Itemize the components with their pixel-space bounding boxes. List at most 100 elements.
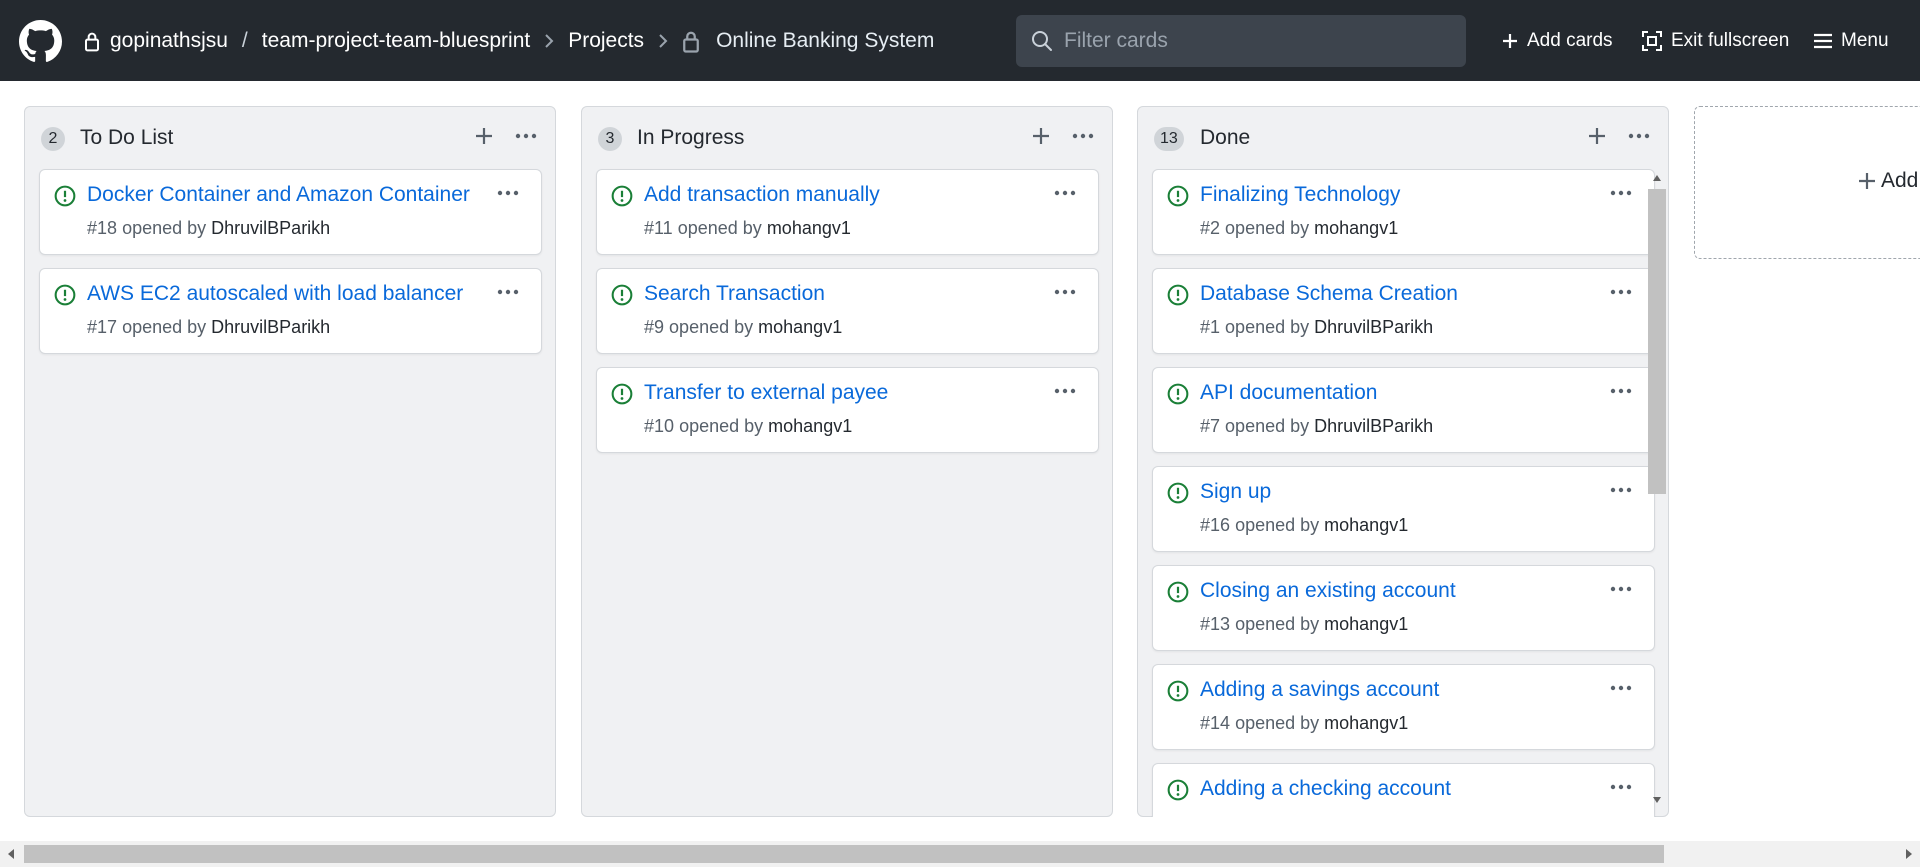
card-menu-button[interactable]: [1606, 677, 1636, 699]
scroll-up-arrow-icon[interactable]: [1652, 173, 1662, 183]
issue-card[interactable]: Search Transaction #9 opened by mohangv1: [596, 268, 1099, 354]
card-menu-button[interactable]: [493, 182, 523, 204]
issue-card[interactable]: Add transaction manually #11 opened by m…: [596, 169, 1099, 255]
issue-number: #9: [644, 317, 665, 337]
filter-cards-input[interactable]: [1064, 29, 1444, 53]
scroll-down-arrow-icon[interactable]: [1652, 795, 1662, 805]
filter-cards-field[interactable]: [1016, 15, 1466, 67]
issue-meta: #17 opened by DhruvilBParikh: [87, 317, 330, 338]
scroll-right-arrow-icon[interactable]: [1904, 848, 1914, 860]
column-menu-button[interactable]: [511, 121, 541, 151]
issue-card[interactable]: Adding a checking account: [1152, 763, 1655, 817]
plus-icon: [1503, 33, 1517, 48]
issue-title-link[interactable]: API documentation: [1200, 381, 1377, 405]
kebab-horizontal-icon: [1610, 487, 1632, 493]
card-menu-button[interactable]: [1606, 479, 1636, 501]
kebab-horizontal-icon: [1610, 685, 1632, 691]
issue-title-link[interactable]: Database Schema Creation: [1200, 282, 1458, 306]
issue-title-link[interactable]: Add transaction manually: [644, 183, 880, 207]
card-menu-button[interactable]: [1606, 380, 1636, 402]
menu-button[interactable]: Menu: [1813, 0, 1889, 81]
issue-title-link[interactable]: AWS EC2 autoscaled with load balancer: [87, 282, 463, 306]
issue-title-link[interactable]: Finalizing Technology: [1200, 183, 1400, 207]
issue-title-link[interactable]: Adding a checking account: [1200, 777, 1451, 801]
card-menu-button[interactable]: [1050, 281, 1080, 303]
card-menu-button[interactable]: [1606, 182, 1636, 204]
card-menu-button[interactable]: [1606, 776, 1636, 798]
breadcrumb-projects[interactable]: Projects: [568, 29, 644, 53]
scrollbar-thumb[interactable]: [1648, 189, 1666, 494]
hamburger-icon: [1814, 33, 1832, 48]
plus-icon: [1589, 128, 1605, 144]
column-title: To Do List: [80, 126, 174, 149]
scroll-left-arrow-icon[interactable]: [6, 848, 16, 860]
column-in-progress: 3 In Progress Add transaction manually #…: [581, 106, 1113, 817]
issue-card[interactable]: Docker Container and Amazon Container #1…: [39, 169, 542, 255]
issue-author-link[interactable]: DhruvilBParikh: [211, 317, 330, 337]
issue-card[interactable]: API documentation #7 opened by DhruvilBP…: [1152, 367, 1655, 453]
issue-card[interactable]: AWS EC2 autoscaled with load balancer #1…: [39, 268, 542, 354]
add-cards-label: Add cards: [1527, 29, 1613, 51]
issue-author-link[interactable]: mohangv1: [768, 416, 852, 436]
exit-fullscreen-button[interactable]: Exit fullscreen: [1641, 0, 1789, 81]
issue-title-link[interactable]: Transfer to external payee: [644, 381, 888, 405]
issue-opened-icon: [54, 185, 76, 207]
card-count-badge: 2: [41, 127, 65, 151]
project-title: Online Banking System: [716, 28, 935, 52]
card-menu-button[interactable]: [1050, 182, 1080, 204]
add-column-button[interactable]: Add: [1694, 106, 1920, 259]
issue-title-link[interactable]: Search Transaction: [644, 282, 825, 306]
issue-card[interactable]: Closing an existing account #13 opened b…: [1152, 565, 1655, 651]
issue-author-link[interactable]: mohangv1: [1314, 218, 1398, 238]
breadcrumb-owner[interactable]: gopinathsjsu: [110, 29, 228, 53]
board-horizontal-scrollbar[interactable]: [0, 841, 1920, 867]
issue-title-link[interactable]: Adding a savings account: [1200, 678, 1439, 702]
kebab-horizontal-icon: [1610, 784, 1632, 790]
issue-card[interactable]: Sign up #16 opened by mohangv1: [1152, 466, 1655, 552]
issue-author-link[interactable]: mohangv1: [1324, 713, 1408, 733]
card-menu-button[interactable]: [493, 281, 523, 303]
github-logo-icon[interactable]: [19, 20, 62, 63]
top-bar: gopinathsjsu / team-project-team-bluespr…: [0, 0, 1920, 81]
issue-number: #16: [1200, 515, 1231, 535]
add-card-button[interactable]: [469, 121, 499, 151]
add-card-button[interactable]: [1026, 121, 1056, 151]
issue-card[interactable]: Finalizing Technology #2 opened by mohan…: [1152, 169, 1655, 255]
column-menu-button[interactable]: [1624, 121, 1654, 151]
card-menu-button[interactable]: [1050, 380, 1080, 402]
breadcrumb-separator: /: [241, 28, 248, 52]
issue-author-link[interactable]: mohangv1: [758, 317, 842, 337]
issue-card[interactable]: Transfer to external payee #10 opened by…: [596, 367, 1099, 453]
card-menu-button[interactable]: [1606, 281, 1636, 303]
opened-by-text: opened by: [1235, 614, 1320, 634]
column-menu-button[interactable]: [1068, 121, 1098, 151]
add-card-button[interactable]: [1582, 121, 1612, 151]
issue-card[interactable]: Adding a savings account #14 opened by m…: [1152, 664, 1655, 750]
issue-author-link[interactable]: DhruvilBParikh: [1314, 416, 1433, 436]
issue-title-link[interactable]: Closing an existing account: [1200, 579, 1456, 603]
card-count-badge: 13: [1154, 127, 1184, 151]
kebab-horizontal-icon: [497, 190, 519, 196]
breadcrumb-repo[interactable]: team-project-team-bluesprint: [262, 29, 530, 53]
kebab-horizontal-icon: [497, 289, 519, 295]
opened-by-text: opened by: [669, 317, 754, 337]
column-scrollbar[interactable]: [1648, 169, 1666, 809]
add-cards-button[interactable]: Add cards: [1501, 0, 1613, 81]
issue-number: #17: [87, 317, 118, 337]
column-card-list[interactable]: Finalizing Technology #2 opened by mohan…: [1138, 169, 1668, 817]
issue-author-link[interactable]: mohangv1: [1324, 614, 1408, 634]
issue-author-link[interactable]: mohangv1: [1324, 515, 1408, 535]
issue-title-link[interactable]: Docker Container and Amazon Container: [87, 183, 470, 207]
issue-card[interactable]: Database Schema Creation #1 opened by Dh…: [1152, 268, 1655, 354]
issue-title-link[interactable]: Sign up: [1200, 480, 1271, 504]
issue-opened-icon: [611, 185, 633, 207]
kebab-horizontal-icon: [1054, 190, 1076, 196]
issue-author-link[interactable]: DhruvilBParikh: [211, 218, 330, 238]
plus-icon: [1033, 128, 1049, 144]
opened-by-text: opened by: [1235, 515, 1320, 535]
column-to-do-list: 2 To Do List Docker Container and Amazon…: [24, 106, 556, 817]
card-menu-button[interactable]: [1606, 578, 1636, 600]
scrollbar-thumb[interactable]: [24, 845, 1664, 863]
issue-author-link[interactable]: mohangv1: [767, 218, 851, 238]
issue-author-link[interactable]: DhruvilBParikh: [1314, 317, 1433, 337]
